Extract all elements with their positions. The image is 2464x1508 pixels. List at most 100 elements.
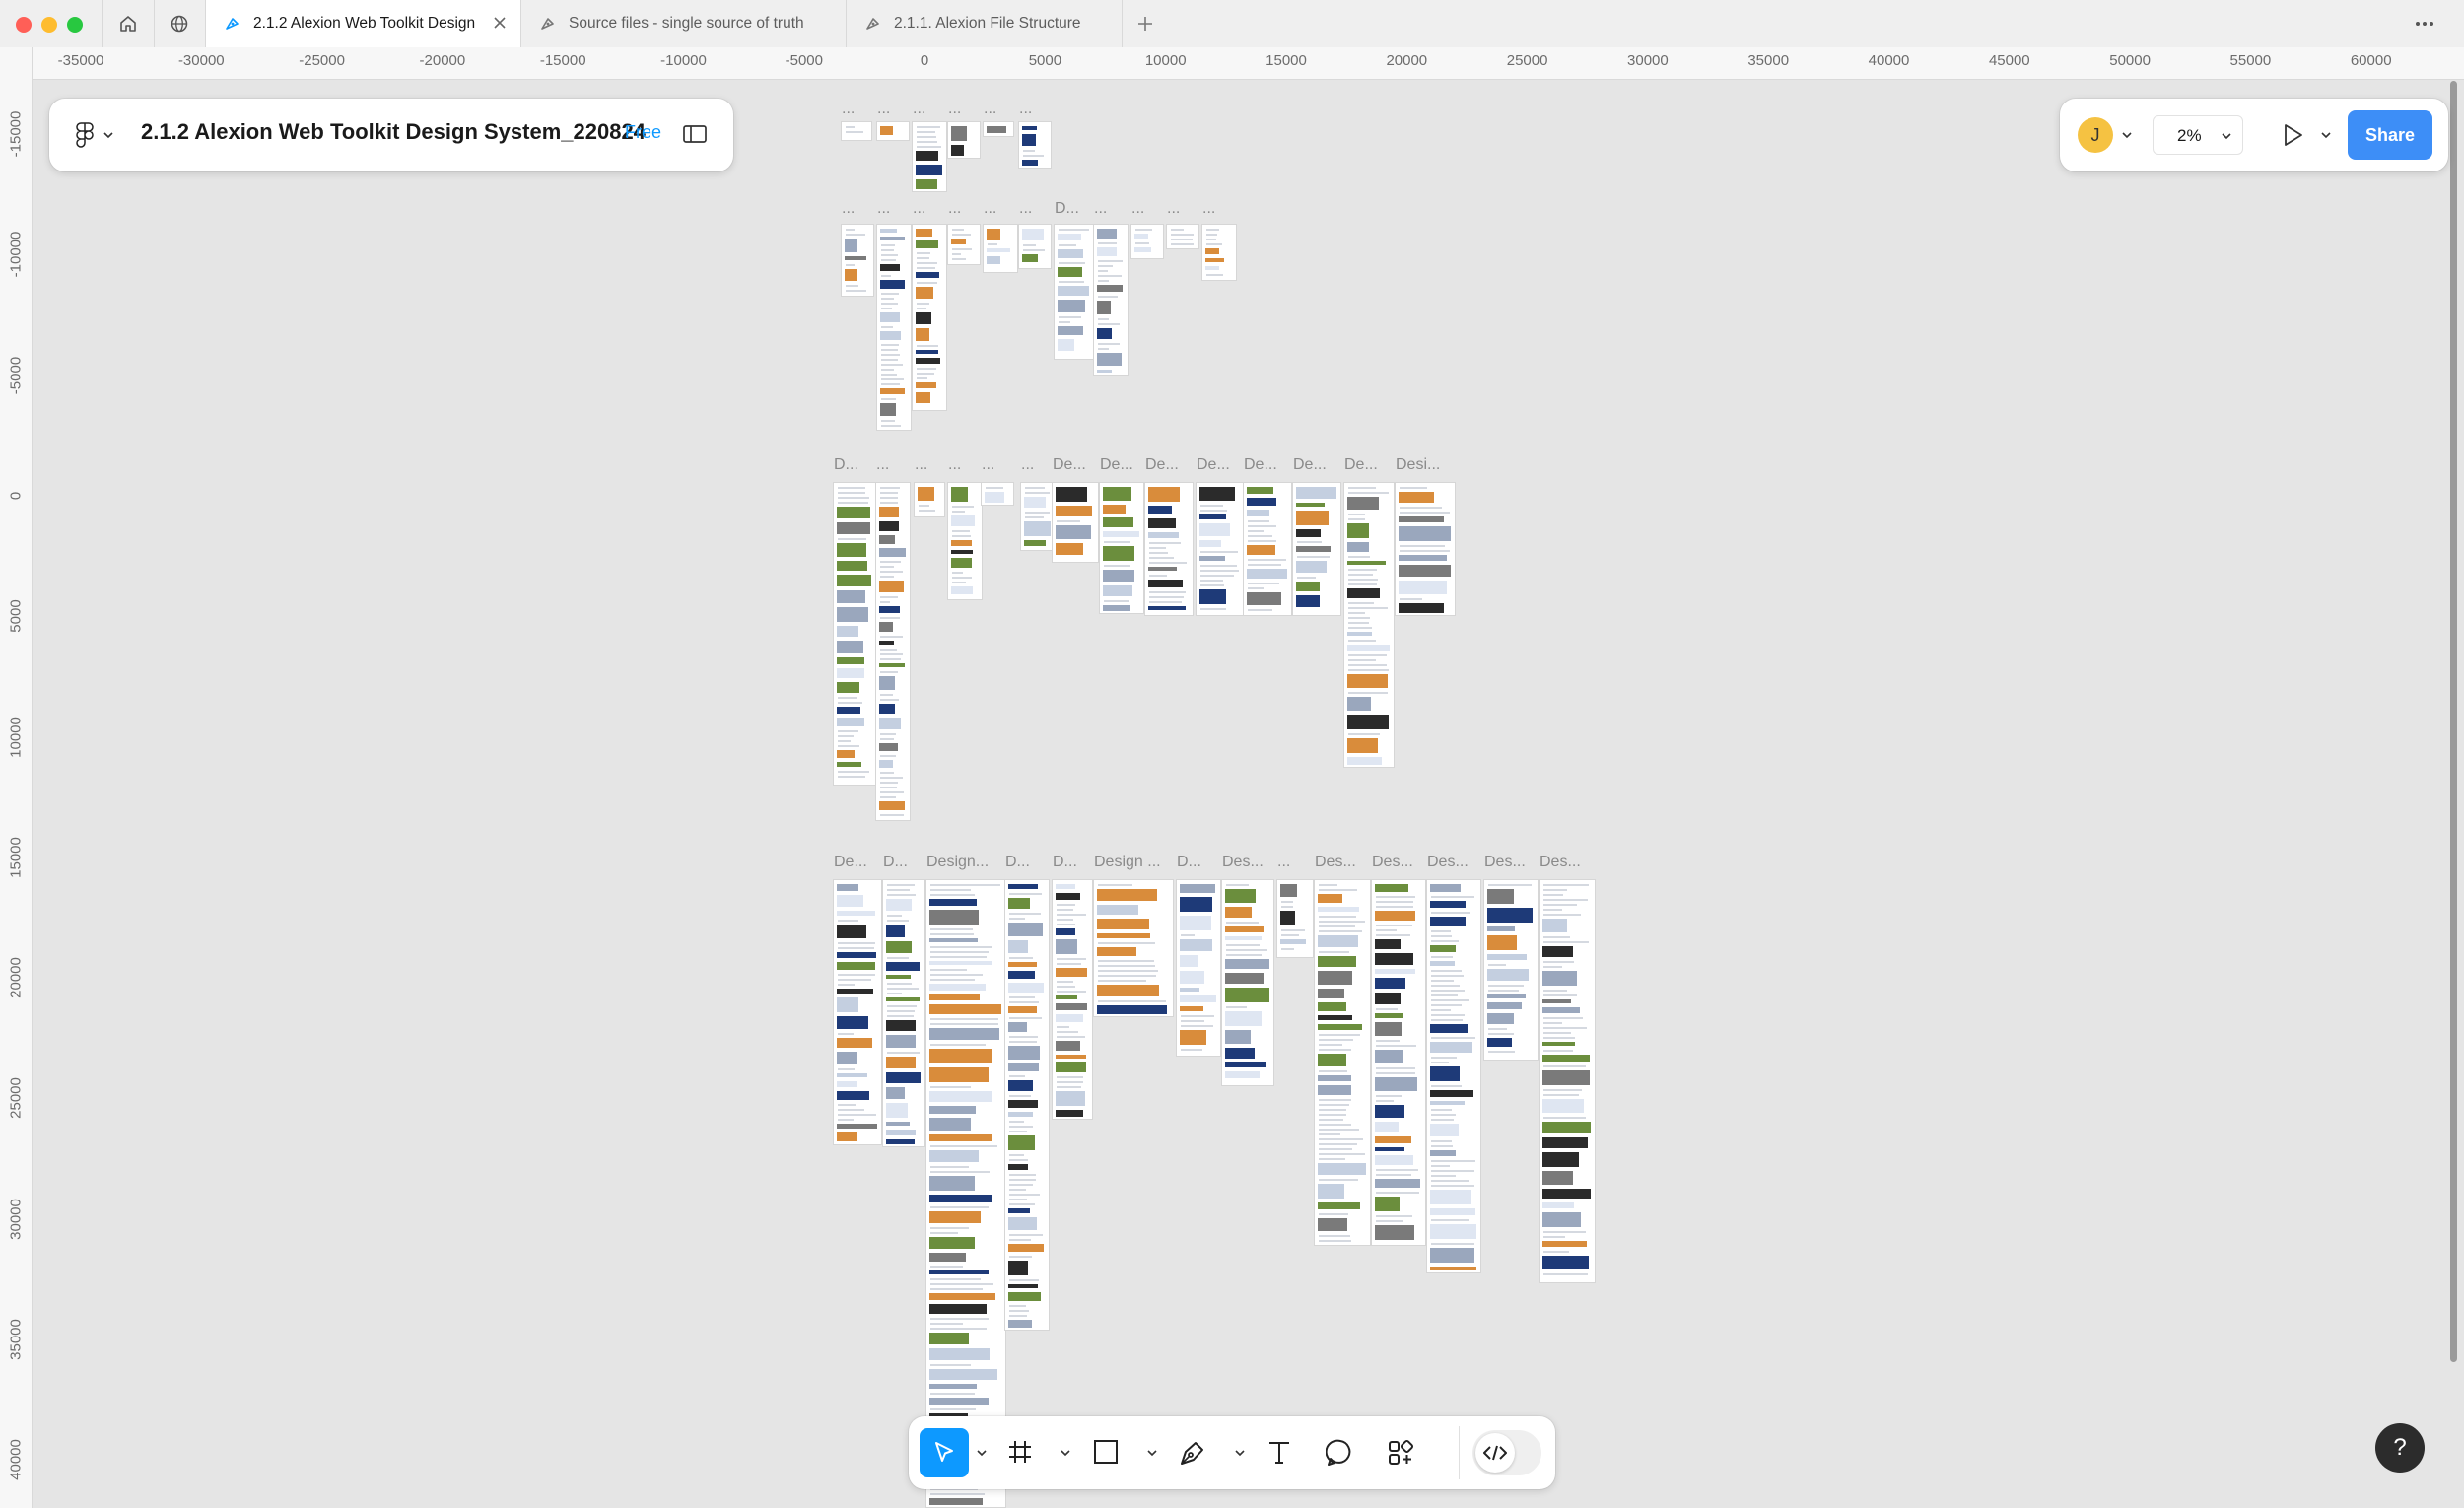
frame-label[interactable]: ... xyxy=(842,101,855,118)
frame-label[interactable]: ... xyxy=(915,456,927,474)
share-button[interactable]: Share xyxy=(2348,110,2432,160)
move-tool-button[interactable] xyxy=(920,1428,969,1477)
frame-label[interactable]: D... xyxy=(1005,854,1030,871)
frame-label[interactable]: De... xyxy=(1145,456,1179,474)
present-button[interactable] xyxy=(2281,122,2304,153)
canvas-frame[interactable] xyxy=(948,225,980,264)
canvas-frame[interactable] xyxy=(1315,880,1370,1245)
canvas-frame[interactable] xyxy=(1396,483,1455,615)
frame-label[interactable]: ... xyxy=(877,101,890,118)
canvas-frame[interactable] xyxy=(1197,483,1244,615)
canvas-frame[interactable] xyxy=(876,483,910,820)
canvas-frame[interactable] xyxy=(948,122,980,158)
canvas-frame[interactable] xyxy=(1202,225,1236,280)
frame-label[interactable]: ... xyxy=(984,200,996,218)
canvas-frame[interactable] xyxy=(1344,483,1394,767)
canvas-frame[interactable] xyxy=(1145,483,1193,615)
frame-label[interactable]: Design... xyxy=(926,854,989,871)
frame-label[interactable]: ... xyxy=(876,456,889,474)
canvas-frame[interactable] xyxy=(1055,225,1094,359)
zoom-dropdown[interactable]: 2% xyxy=(2153,115,2243,155)
frame-label[interactable]: ... xyxy=(1131,200,1144,218)
canvas-frame[interactable] xyxy=(1005,880,1049,1330)
frame-label[interactable]: D... xyxy=(834,456,858,474)
frame-label[interactable]: ... xyxy=(1021,456,1034,474)
frame-label[interactable]: ... xyxy=(948,200,961,218)
actions-tool-button[interactable] xyxy=(1386,1438,1415,1473)
zoom-window-button[interactable] xyxy=(67,17,83,33)
frame-label[interactable]: ... xyxy=(948,101,961,118)
frame-label[interactable]: Desi... xyxy=(1396,456,1440,474)
frame-tool-button[interactable] xyxy=(1006,1438,1034,1471)
frame-label[interactable]: ... xyxy=(1019,200,1032,218)
tab-file-structure[interactable]: 2.1.1. Alexion File Structure xyxy=(847,0,1123,47)
frame-label[interactable]: ... xyxy=(842,200,855,218)
canvas-frame[interactable] xyxy=(1244,483,1291,615)
file-name[interactable]: 2.1.2 Alexion Web Toolkit Design System_… xyxy=(141,119,646,145)
frame-label[interactable]: D... xyxy=(1177,854,1201,871)
frame-label[interactable]: De... xyxy=(1100,456,1133,474)
plan-badge[interactable]: Free xyxy=(625,122,661,143)
chevron-down-icon[interactable] xyxy=(1234,1447,1246,1459)
canvas-frame[interactable] xyxy=(1094,880,1173,1016)
canvas-frame[interactable] xyxy=(1019,122,1051,168)
frame-label[interactable]: Des... xyxy=(1315,854,1356,871)
canvas-frame[interactable] xyxy=(984,122,1013,136)
frame-label[interactable]: ... xyxy=(1277,854,1290,871)
canvas-frame[interactable] xyxy=(883,880,924,1146)
frame-label[interactable]: Des... xyxy=(1372,854,1413,871)
frame-label[interactable]: ... xyxy=(1202,200,1215,218)
pen-tool-button[interactable] xyxy=(1178,1438,1207,1473)
frame-label[interactable]: Des... xyxy=(1222,854,1264,871)
frame-label[interactable]: ... xyxy=(1167,200,1180,218)
frame-label[interactable]: ... xyxy=(1019,101,1032,118)
frame-label[interactable]: Des... xyxy=(1484,854,1526,871)
frame-label[interactable]: D... xyxy=(883,854,908,871)
canvas-frame[interactable] xyxy=(842,122,871,140)
frame-label[interactable]: ... xyxy=(1094,200,1107,218)
canvas-frame[interactable] xyxy=(1540,880,1595,1282)
frame-label[interactable]: ... xyxy=(982,456,994,474)
window-menu-button[interactable] xyxy=(2413,14,2436,38)
frame-label[interactable]: D... xyxy=(1053,854,1077,871)
chevron-down-icon[interactable] xyxy=(1060,1447,1071,1459)
main-menu-button[interactable] xyxy=(75,122,114,148)
frame-label[interactable]: De... xyxy=(1293,456,1327,474)
frame-label[interactable]: De... xyxy=(1053,456,1086,474)
canvas-frame[interactable] xyxy=(1100,483,1143,613)
frame-label[interactable]: Des... xyxy=(1540,854,1581,871)
chevron-down-icon[interactable] xyxy=(1146,1447,1158,1459)
frame-label[interactable]: D... xyxy=(1055,200,1079,218)
frame-label[interactable]: ... xyxy=(913,200,925,218)
canvas-frame[interactable] xyxy=(877,225,911,430)
help-button[interactable]: ? xyxy=(2375,1423,2425,1473)
shape-tool-button[interactable] xyxy=(1092,1438,1120,1471)
design-canvas[interactable]: .................................... D...… xyxy=(33,80,2464,1508)
canvas-frame[interactable] xyxy=(926,880,1005,1507)
canvas-frame[interactable] xyxy=(1019,225,1051,268)
frame-label[interactable]: ... xyxy=(984,101,996,118)
frame-label[interactable]: Des... xyxy=(1427,854,1469,871)
text-tool-button[interactable] xyxy=(1266,1438,1293,1471)
frame-label[interactable]: De... xyxy=(1197,456,1230,474)
community-button[interactable] xyxy=(154,0,206,47)
frame-label[interactable]: ... xyxy=(877,200,890,218)
frame-label[interactable]: Design ... xyxy=(1094,854,1161,871)
toggle-sidebar-button[interactable] xyxy=(682,123,708,150)
home-button[interactable] xyxy=(102,0,155,47)
canvas-frame[interactable] xyxy=(913,225,946,410)
tab-source-files[interactable]: Source files - single source of truth xyxy=(521,0,847,47)
close-tab-icon[interactable] xyxy=(491,14,509,36)
canvas-frame[interactable] xyxy=(842,225,873,296)
comment-tool-button[interactable] xyxy=(1325,1438,1355,1473)
tab-design-system[interactable]: 2.1.2 Alexion Web Toolkit Design System_… xyxy=(206,0,521,47)
canvas-frame[interactable] xyxy=(834,483,875,785)
canvas-frame[interactable] xyxy=(1021,483,1055,550)
canvas-frame[interactable] xyxy=(915,483,944,516)
canvas-frame[interactable] xyxy=(1484,880,1538,1060)
frame-label[interactable]: De... xyxy=(1344,456,1378,474)
vertical-scrollbar[interactable] xyxy=(2450,81,2457,1362)
dev-mode-toggle[interactable] xyxy=(1472,1430,1541,1475)
new-tab-button[interactable] xyxy=(1135,14,1155,38)
chevron-down-icon[interactable] xyxy=(2121,129,2133,141)
